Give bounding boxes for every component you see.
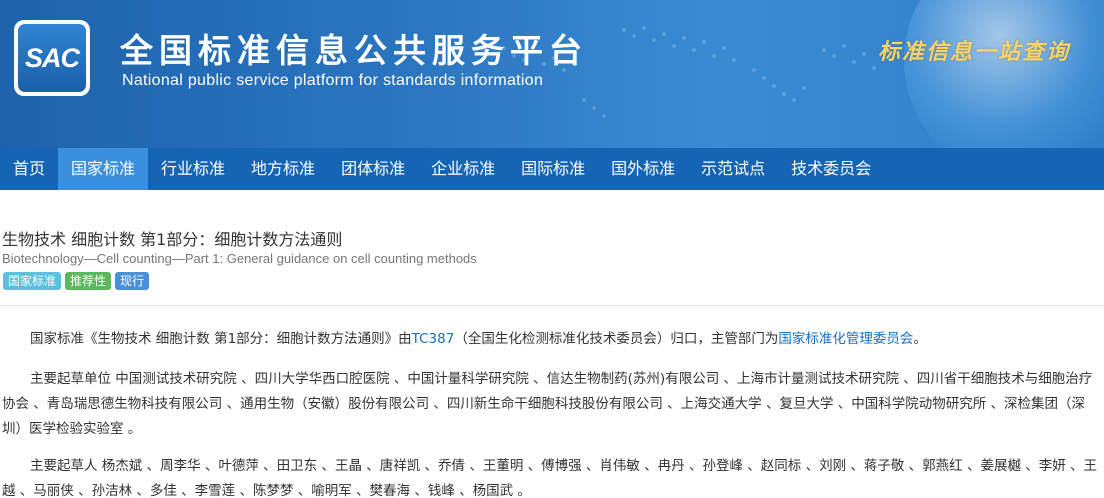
nav-item-national[interactable]: 国家标准: [58, 148, 149, 190]
globe-graphic: [904, 0, 1104, 148]
summary-prefix: 国家标准《生物技术 细胞计数 第1部分：细胞计数方法通则》由: [30, 331, 412, 347]
summary-suffix: 。: [913, 331, 927, 347]
nav-item-foreign[interactable]: 国外标准: [598, 148, 688, 190]
nav-item-local[interactable]: 地方标准: [238, 148, 328, 190]
sac-logo[interactable]: SAC: [14, 20, 90, 96]
summary-paragraph: 国家标准《生物技术 细胞计数 第1部分：细胞计数方法通则》由TC387（全国生化…: [2, 327, 1102, 352]
drafting-units-paragraph: 主要起草单位 中国测试技术研究院 、四川大学华西口腔医院 、中国计量科学研究院 …: [2, 371, 1093, 437]
logo-text: SAC: [18, 24, 86, 92]
standard-title: 生物技术 细胞计数 第1部分：细胞计数方法通则: [2, 230, 343, 249]
nav-item-committee[interactable]: 技术委员会: [778, 148, 884, 190]
standard-title-en: Biotechnology—Cell counting—Part 1: Gene…: [2, 251, 477, 266]
department-link[interactable]: 国家标准化管理委员会: [778, 331, 913, 347]
badge-recommended: 推荐性: [65, 272, 112, 290]
tc-link[interactable]: TC387: [412, 331, 455, 347]
nav-item-pilot[interactable]: 示范试点: [688, 148, 778, 190]
slogan: 标准信息一站查询: [877, 39, 1070, 65]
nav-item-industry[interactable]: 行业标准: [148, 148, 238, 190]
drafters-paragraph: 主要起草人 杨杰斌 、周李华 、叶德萍 、田卫东 、王晶 、唐祥凯 、乔倩 、王…: [2, 458, 1098, 498]
nav-item-international[interactable]: 国际标准: [508, 148, 598, 190]
badge-current: 现行: [115, 272, 150, 290]
main-nav: 首页 国家标准 行业标准 地方标准 团体标准 企业标准 国际标准 国外标准 示范…: [0, 148, 1104, 190]
summary-middle: （全国生化检测标准化技术委员会）归口，主管部门为: [454, 331, 779, 347]
site-subtitle: National public service platform for sta…: [122, 72, 544, 89]
badge-national: 国家标准: [3, 272, 62, 290]
nav-item-home[interactable]: 首页: [0, 148, 58, 190]
divider: [0, 305, 1104, 306]
status-badges: 国家标准 推荐性 现行: [3, 272, 150, 290]
site-title: 全国标准信息公共服务平台: [120, 31, 588, 70]
nav-item-enterprise[interactable]: 企业标准: [418, 148, 508, 190]
nav-item-group[interactable]: 团体标准: [328, 148, 418, 190]
header-banner: SAC 全国标准信息公共服务平台 National public service…: [0, 0, 1104, 148]
